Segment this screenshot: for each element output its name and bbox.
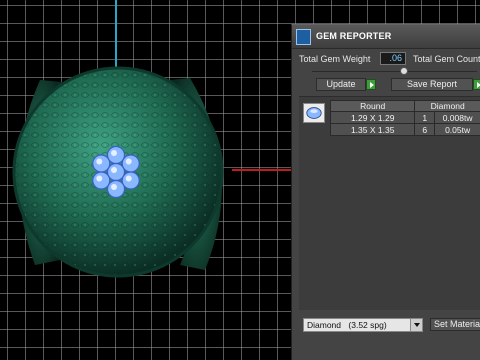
stone-highlight: [96, 175, 103, 182]
table-row[interactable]: 1.35 X 1.35 6 0.05tw: [329, 123, 480, 136]
row-weight: 0.008tw: [434, 111, 480, 124]
save-report-go-icon[interactable]: [473, 79, 480, 90]
material-select[interactable]: Diamond (3.52 spg): [303, 318, 423, 332]
chevron-down-icon[interactable]: [410, 319, 422, 331]
stone-highlight: [111, 167, 117, 173]
set-material-button[interactable]: Set Material: [430, 318, 480, 331]
app-logo-icon: [296, 29, 311, 45]
material-name: Diamond: [307, 320, 342, 330]
stone-highlight: [125, 175, 132, 182]
stone-highlight: [111, 184, 117, 190]
panel-title: GEM REPORTER: [316, 31, 392, 41]
gem-table: Round Diamond 1.29 X 1.29 1 0.008tw 1.35…: [329, 100, 480, 136]
update-button[interactable]: Update: [316, 78, 366, 91]
engraved-dome-model[interactable]: [0, 60, 250, 290]
total-weight-label: Total Gem Weight: [299, 54, 371, 64]
gem-table-area: Round Diamond 1.29 X 1.29 1 0.008tw 1.35…: [299, 96, 480, 310]
table-header-shape: Round: [329, 100, 416, 112]
panel-slider-track: [312, 71, 477, 72]
row-qty: 6: [414, 123, 436, 136]
row-size: 1.29 X 1.29: [329, 111, 416, 124]
panel-slider-knob[interactable]: [400, 67, 408, 75]
table-row[interactable]: 1.29 X 1.29 1 0.008tw: [329, 111, 480, 124]
material-sg: (3.52 spg): [348, 320, 387, 330]
update-go-icon[interactable]: [366, 79, 376, 90]
table-header-material: Diamond: [414, 100, 480, 112]
total-count-label: Total Gem Count: [413, 54, 480, 64]
save-report-button[interactable]: Save Report: [391, 78, 473, 91]
total-weight-value: .06: [380, 52, 406, 65]
stone-highlight: [111, 150, 117, 156]
row-weight: 0.05tw: [434, 123, 480, 136]
row-qty: 1: [414, 111, 436, 124]
gem-reporter-panel: GEM REPORTER Total Gem Weight .06 Total …: [291, 24, 480, 360]
stone-highlight: [125, 158, 132, 165]
round-gem-thumbnail-icon: [303, 103, 325, 123]
stone-highlight: [96, 158, 103, 165]
row-size: 1.35 X 1.35: [329, 123, 416, 136]
panel-title-bar[interactable]: GEM REPORTER: [292, 25, 480, 49]
